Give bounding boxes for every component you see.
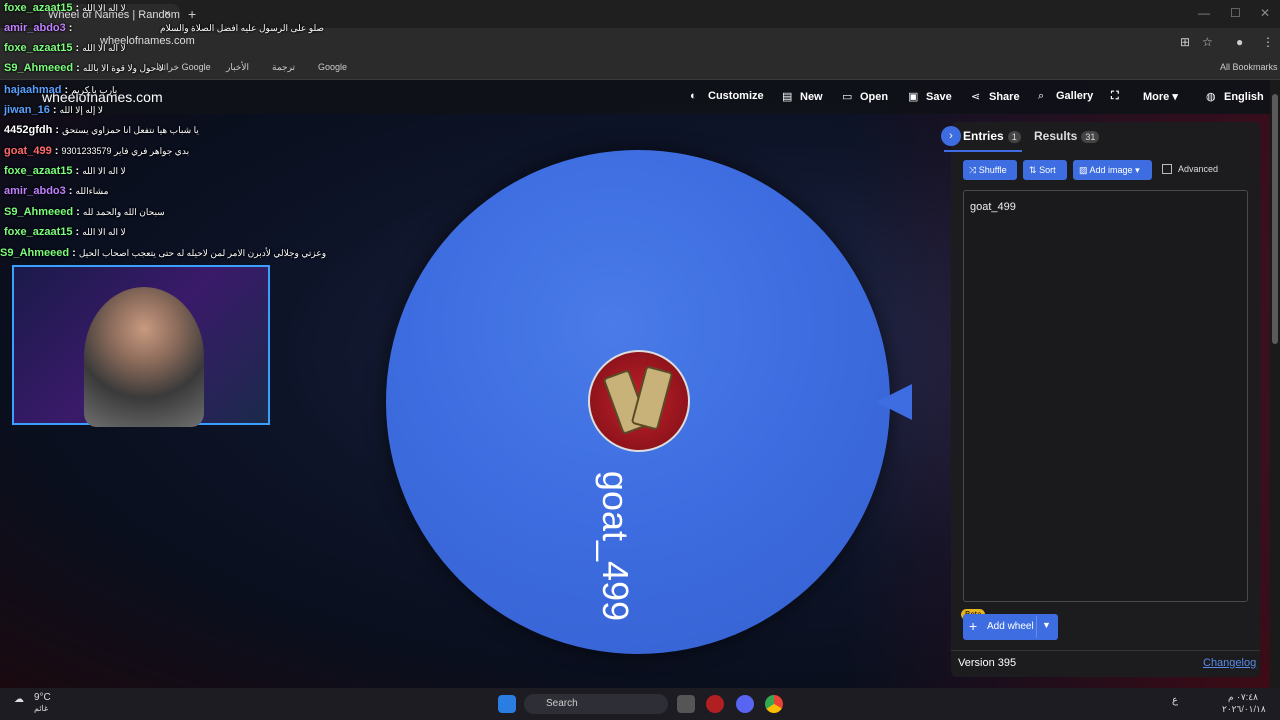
ticket-shape bbox=[630, 365, 674, 431]
chat-message: jiwan_16 : لا إله إلا الله bbox=[4, 104, 104, 116]
nav-share[interactable]: ⋖ Share bbox=[971, 90, 1020, 103]
share-icon: ⋖ bbox=[971, 91, 981, 103]
weather-icon: ☁ bbox=[14, 694, 24, 705]
chat-message: foxe_azaat15 : لا اله الا الله bbox=[4, 226, 126, 238]
wheel-pointer bbox=[876, 384, 912, 420]
close-window-icon[interactable]: ✕ bbox=[1260, 6, 1270, 20]
language-indicator[interactable]: ع bbox=[1172, 695, 1178, 706]
tab-results[interactable]: Results 31 bbox=[1034, 129, 1100, 143]
maximize-icon[interactable]: ☐ bbox=[1230, 6, 1241, 20]
advanced-checkbox[interactable] bbox=[1162, 164, 1172, 174]
search-icon: ⌕ bbox=[1038, 90, 1045, 102]
wheel-segment-label: goat_499 bbox=[595, 470, 637, 622]
chrome-icon[interactable] bbox=[765, 695, 783, 713]
chat-message: foxe_azaat15 : لا اله الا الله bbox=[4, 165, 126, 177]
image-icon: ▨ bbox=[1079, 165, 1088, 175]
nav-language[interactable]: ◍ English bbox=[1206, 90, 1264, 103]
translate-icon[interactable]: ⊞ bbox=[1180, 35, 1190, 49]
nav-save[interactable]: ▣ Save bbox=[908, 90, 952, 103]
active-tab-indicator bbox=[944, 150, 1022, 152]
scrollbar[interactable] bbox=[1270, 80, 1280, 688]
entries-textarea[interactable]: goat_499 bbox=[963, 190, 1248, 602]
chat-message: foxe_azaat15 : لا اله الا الله bbox=[4, 2, 126, 14]
bookmark-star-icon[interactable]: ☆ bbox=[1202, 35, 1213, 49]
shuffle-icon: ⤨ bbox=[969, 165, 977, 175]
panel-divider bbox=[951, 650, 1260, 651]
weather-temp[interactable]: 9°C bbox=[34, 692, 51, 703]
scroll-thumb[interactable] bbox=[1272, 94, 1278, 344]
sort-icon: ⇅ bbox=[1029, 165, 1037, 175]
taskbar-search[interactable]: Search bbox=[524, 694, 668, 714]
collapse-panel-button[interactable]: › bbox=[941, 126, 961, 146]
windows-start-icon[interactable] bbox=[498, 695, 516, 713]
version-label: Version 395 bbox=[958, 657, 1017, 669]
chat-message: hajaahmad : يارب يا كريم bbox=[4, 84, 118, 96]
globe-icon: ◍ bbox=[1206, 91, 1216, 103]
add-wheel-dropdown-icon[interactable]: ▼ bbox=[1042, 620, 1051, 630]
chat-message: amir_abdo3 : bbox=[4, 22, 73, 34]
fullscreen-icon[interactable]: ⛶ bbox=[1111, 90, 1119, 103]
add-image-button[interactable]: ▨ Add image ▾ bbox=[1073, 160, 1152, 180]
app-icon[interactable] bbox=[706, 695, 724, 713]
add-wheel-divider bbox=[1036, 616, 1037, 638]
chat-message: S9_Ahmeeed : سبحان الله والحمد لله bbox=[4, 206, 165, 218]
tab-entries[interactable]: Entries 1 bbox=[963, 129, 1021, 143]
plus-icon: + bbox=[969, 618, 978, 634]
all-bookmarks[interactable]: All Bookmarks bbox=[1220, 62, 1278, 72]
nav-more[interactable]: More ▾ bbox=[1143, 90, 1178, 103]
menu-icon[interactable]: ⋮ bbox=[1262, 35, 1274, 49]
streamer-figure bbox=[84, 287, 204, 427]
palette-icon: ◐ bbox=[690, 90, 697, 102]
chat-message: 4452gfdh : يا شباب هيا نتفعل انا حمزاوي … bbox=[4, 124, 199, 136]
stream-chat-overlay: foxe_azaat15 : لا اله الا الله صلو على ا… bbox=[0, 0, 380, 260]
wheel-hub-image[interactable] bbox=[588, 350, 690, 452]
nav-gallery[interactable]: ⌕ Gallery bbox=[1038, 90, 1093, 103]
nav-customize[interactable]: ◐ Customize bbox=[690, 90, 764, 102]
chat-message: S9_Ahmeeed : وعزتي وجلالي لأدبرن الامر ل… bbox=[0, 247, 327, 259]
save-icon: ▣ bbox=[908, 91, 919, 103]
results-count-badge: 31 bbox=[1081, 131, 1100, 143]
file-icon: ▤ bbox=[782, 91, 793, 103]
chat-message: goat_499 : 9301233579 بدي جواهر فري فاير bbox=[4, 145, 190, 157]
advanced-label: Advanced bbox=[1178, 164, 1219, 174]
chevron-down-icon: ▾ bbox=[1135, 165, 1140, 175]
chat-message: صلو على الرسول عليه افضل الصلاة والسلام bbox=[160, 23, 325, 33]
nav-new[interactable]: ▤ New bbox=[782, 90, 823, 103]
discord-icon[interactable] bbox=[736, 695, 754, 713]
chevron-down-icon: ▾ bbox=[1172, 91, 1178, 103]
chat-message: S9_Ahmeeed : لا حول ولا قوة الا بالله bbox=[4, 62, 164, 74]
sort-button[interactable]: ⇅ Sort bbox=[1023, 160, 1067, 180]
folder-icon: ▭ bbox=[842, 91, 853, 103]
store-icon[interactable] bbox=[677, 695, 695, 713]
minimize-icon[interactable]: — bbox=[1198, 6, 1210, 20]
entries-count-badge: 1 bbox=[1007, 131, 1021, 143]
changelog-link[interactable]: Changelog bbox=[1203, 657, 1256, 669]
chat-message: foxe_azaat15 : لا اله الا الله bbox=[4, 42, 126, 54]
shuffle-button[interactable]: ⤨ Shuffle bbox=[963, 160, 1017, 180]
clock-time[interactable]: ٠٧:٤٨ م bbox=[1228, 692, 1258, 703]
clock-date[interactable]: ٢٠٢٦/٠١/١٨ bbox=[1222, 704, 1266, 715]
avatar[interactable]: ● bbox=[1236, 35, 1243, 49]
nav-open[interactable]: ▭ Open bbox=[842, 90, 888, 103]
chat-message: amir_abdo3 : مشاءالله bbox=[4, 185, 109, 197]
weather-label: غائم bbox=[34, 704, 49, 713]
webcam-overlay bbox=[12, 265, 270, 427]
